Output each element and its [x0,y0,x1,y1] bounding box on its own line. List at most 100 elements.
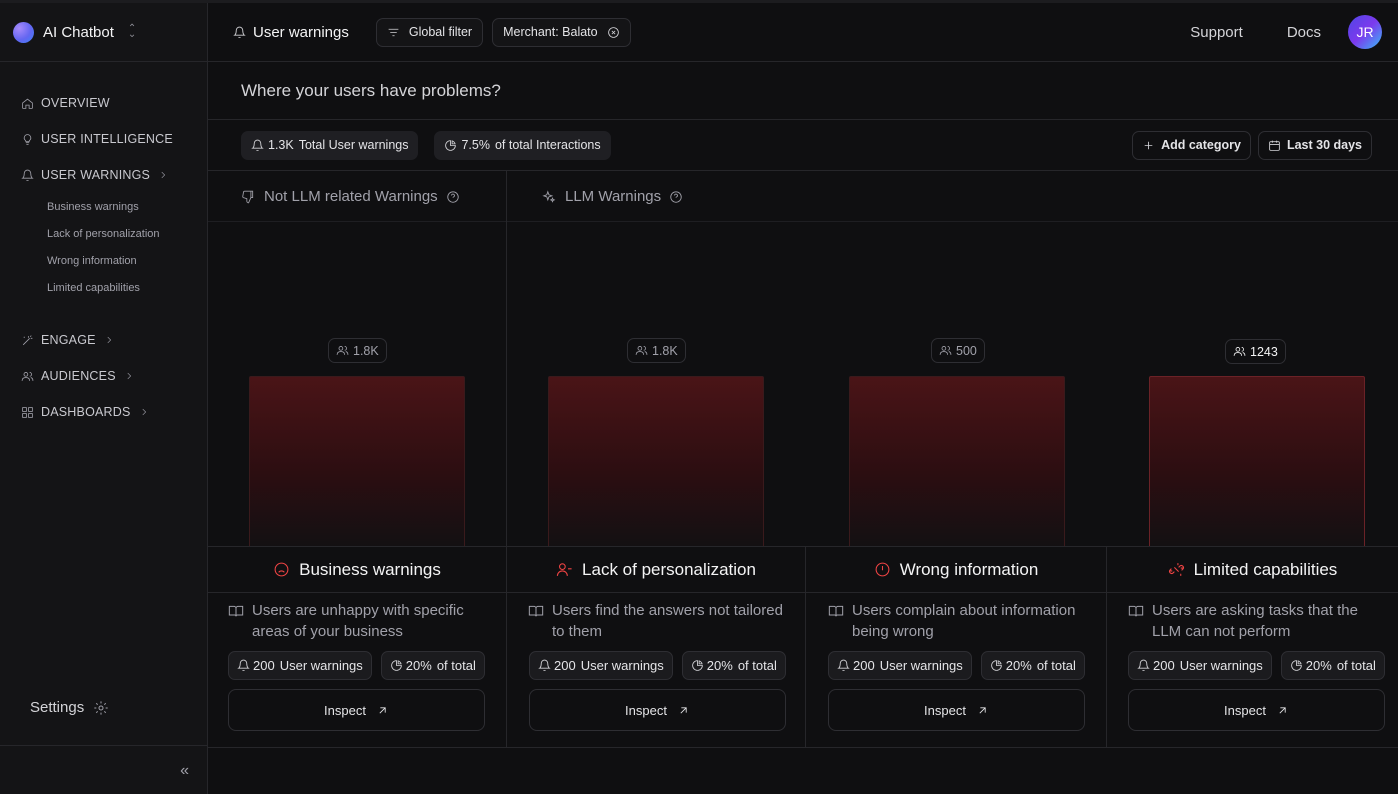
card-stats: 200 User warnings 20% of total [529,651,786,680]
top-header: User warnings Global filter Merchant: Ba… [208,3,1398,62]
arrow-up-right-icon [1279,706,1286,714]
docs-link[interactable]: Docs [1287,24,1321,41]
chevron-right-icon [107,336,111,344]
sidebar-item-user-warnings[interactable]: USER WARNINGS [0,157,207,193]
users-icon [939,346,952,355]
settings-label: Settings [30,699,85,716]
llm-warnings-label: LLM Warnings [565,188,662,205]
card-share-value: 20% [706,658,733,673]
card-title-text: Business warnings [299,559,441,579]
merchant-filter-chip[interactable]: Merchant: Balato [492,17,631,47]
inspect-label: Inspect [625,702,667,718]
settings-button[interactable]: Settings [30,699,109,716]
card-warnings-value: 200 [554,658,576,673]
card-share-value: 20% [1305,658,1332,673]
group-divider [506,171,507,748]
help-circle-icon[interactable] [669,190,683,204]
subnav-item-business-warnings[interactable]: Business warnings [47,193,207,220]
sidebar-item-dashboards[interactable]: DASHBOARDS [0,394,207,430]
global-filter-button[interactable]: Global filter [375,17,484,47]
sidebar-item-user-intelligence[interactable]: USER INTELLIGENCE [0,121,207,157]
users-count-value: 1.8K [652,343,678,358]
inspect-button-limited-capabilities[interactable]: Inspect [1128,689,1385,731]
users-count-badge: 1243 [1225,339,1286,364]
pie-chart-icon [1291,660,1302,671]
card-warnings-badge: 200 User warnings [228,651,372,680]
chevron-right-icon [127,372,131,380]
pie-chart-icon [445,139,457,151]
not-llm-warnings-group: Not LLM related Warnings [241,171,460,222]
card-share-badge: 20% of total [681,651,786,680]
bell-icon [1137,659,1150,671]
collapse-sidebar-icon[interactable]: « [180,762,189,780]
card-title-text: Limited capabilities [1193,559,1338,579]
category-bar-limited-capabilities[interactable] [1149,376,1365,546]
warning-groups-header: Not LLM related Warnings LLM Warnings [208,171,1398,222]
sidebar-item-engage[interactable]: ENGAGE [0,322,207,358]
inspect-button-wrong-information[interactable]: Inspect [828,689,1085,731]
card-warnings-badge: 200 User warnings [828,651,972,680]
global-filter-label: Global filter [408,25,473,39]
arrow-up-right-icon [680,706,687,714]
chevron-right-icon [161,171,166,179]
bell-icon [237,659,250,671]
category-bar-business-warnings[interactable] [249,376,465,546]
sidebar-item-audiences[interactable]: AUDIENCES [0,358,207,394]
calendar-icon [1269,140,1280,151]
users-count-badge: 1.8K [328,338,387,363]
card-share-badge: 20% of total [380,651,485,680]
card-description-line: areas of your business [252,623,403,640]
inspect-button-lack-of-personalization[interactable]: Inspect [529,689,786,731]
sparkles-icon [542,189,556,203]
inspect-button-business-warnings[interactable]: Inspect [228,689,485,731]
subnav-item-wrong-information[interactable]: Wrong information [47,247,207,274]
card-share-value: 20% [405,658,432,673]
sidebar-item-overview[interactable]: OVERVIEW [0,85,207,121]
avatar[interactable]: JR [1348,15,1382,49]
card-share-label: of total [1036,658,1076,673]
support-link[interactable]: Support [1190,24,1243,41]
users-count-badge: 500 [931,338,985,363]
card-description: Users find the answers not tailored to th… [528,600,798,642]
date-range-button[interactable]: Last 30 days [1257,130,1372,160]
card-warnings-label: User warnings [1179,658,1263,673]
bell-icon [21,169,34,181]
lightbulb-icon [23,133,32,145]
pie-chart-icon [391,660,402,671]
sidebar-nav: OVERVIEW USER INTELLIGENCE USER WARNINGS… [0,85,207,430]
grid-icon [22,406,33,418]
card-title-limited-capabilities: Limited capabilities [1107,547,1398,592]
workspace-switcher[interactable]: AI Chatbot ⌃ ⌄ [0,3,207,62]
thumbs-down-icon [242,190,254,203]
app-name: AI Chatbot [43,23,114,41]
card-warnings-label: User warnings [279,658,363,673]
sidebar-item-label: AUDIENCES [41,369,116,383]
book-open-icon [228,605,244,617]
category-bar-lack-of-personalization[interactable] [548,376,764,546]
help-circle-icon[interactable] [446,190,460,204]
merchant-filter-label: Merchant: Balato [503,25,598,39]
card-description-line: Users are asking tasks that the [1152,602,1358,619]
interactions-share-badge: 7.5% of total Interactions [434,130,611,160]
add-category-label: Add category [1161,138,1241,152]
plus-icon [1144,141,1153,149]
add-category-button[interactable]: Add category [1132,130,1251,160]
card-warnings-badge: 200 User warnings [529,651,673,680]
card-title-lack-of-personalization: Lack of personalization [507,547,805,592]
sidebar: AI Chatbot ⌃ ⌄ OVERVIEW USER INTELLIGENCE… [0,3,208,794]
card-stats: 200 User warnings 20% of total [828,651,1085,680]
llm-warnings-group: LLM Warnings [542,171,683,222]
subnav-item-lack-of-personalization[interactable]: Lack of personalization [47,220,207,247]
pie-chart-icon [692,660,703,671]
category-bar-wrong-information[interactable] [849,376,1065,546]
bell-icon [538,659,551,671]
book-open-icon [528,605,544,617]
sidebar-item-label: DASHBOARDS [41,405,131,419]
users-count-value: 1.8K [353,343,379,358]
page-question: Where your users have problems? [208,62,1398,120]
inspect-label: Inspect [324,702,366,718]
card-description-line: being wrong [852,623,934,640]
close-circle-icon[interactable] [607,26,620,39]
subnav-item-limited-capabilities[interactable]: Limited capabilities [47,274,207,301]
chevron-right-icon [142,408,146,416]
